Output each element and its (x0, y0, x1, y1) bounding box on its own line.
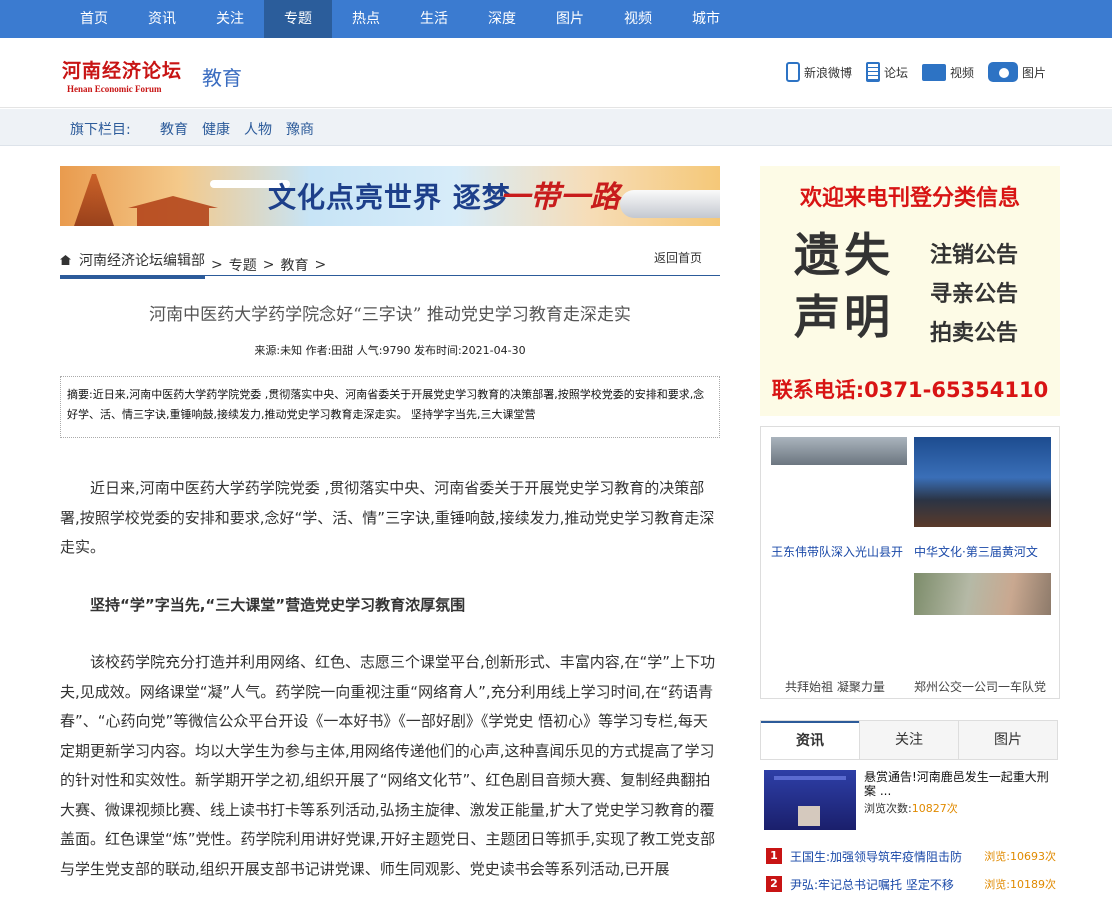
featured-thumbnail[interactable] (764, 770, 856, 830)
forum-label: 论坛 (883, 65, 908, 80)
nav-item-home[interactable]: 首页 (60, 0, 128, 38)
rank-text[interactable]: 加强领导筑牢疫情阻击防 (830, 848, 962, 865)
featured-views-count: 10827次 (911, 802, 958, 815)
rank-number: 2 (766, 876, 782, 892)
rank-item[interactable]: 1 王国生: 加强领导筑牢疫情阻击防 浏览:10693次 (766, 846, 1060, 866)
subnav-item-education[interactable]: 教育 (160, 119, 188, 139)
sub-nav: 旗下栏目: 教育 健康 人物 豫商 (0, 109, 1112, 146)
top-nav: 首页 资讯 关注 专题 热点 生活 深度 图片 视频 城市 (0, 0, 1112, 38)
rank-name: 尹弘: (790, 877, 819, 892)
featured-views: 浏览次数:10827次 (864, 800, 958, 816)
article-title: 河南中医药大学药学院念好“三字诀” 推动党史学习教育走深走实 (149, 305, 631, 325)
banner-temple-graphic (128, 196, 218, 226)
back-home-link[interactable]: 返回首页 (654, 249, 702, 266)
banner-text: 文化点亮世界 逐梦 (268, 181, 511, 214)
nav-item-city[interactable]: 城市 (672, 0, 740, 38)
ad-notice-list: 注销公告 寻亲公告 拍卖公告 (930, 236, 1018, 353)
photo-thumbnail[interactable] (771, 437, 907, 465)
ad-phone: 联系电话:0371-65354110 (771, 378, 1049, 402)
nav-item-pictures[interactable]: 图片 (536, 0, 604, 38)
ad-notice-item: 寻亲公告 (930, 282, 1019, 307)
banner-calligraphy: 一带一路 (500, 180, 620, 215)
nav-item-depth[interactable]: 深度 (468, 0, 536, 38)
banner-train-graphic (620, 190, 720, 218)
ad-notice-item: 注销公告 (930, 243, 1019, 268)
weibo-label: 新浪微博 (803, 65, 852, 80)
breadcrumb-separator: > (262, 256, 275, 273)
breadcrumb-item-editorial[interactable]: 河南经济论坛编辑部 (79, 250, 205, 270)
ad-big-text: 遗失 声明 (794, 224, 894, 348)
home-icon (60, 255, 71, 265)
rank-item[interactable]: 2 尹弘: 牢记总书记嘱托 坚定不移 浏览:10189次 (766, 874, 1060, 894)
rank-views: 浏览:10189次 (984, 878, 1056, 891)
video-label: 视频 (949, 65, 974, 80)
article-paragraph: 该校药学院充分打造并利用网络、红色、志愿三个课堂平台,创新形式、丰富内容,在“学… (60, 653, 716, 878)
breadcrumb-item-education[interactable]: 教育 (280, 255, 308, 275)
photo-thumbnail[interactable] (914, 437, 1051, 527)
ad-big-line-1: 遗失 (794, 228, 894, 282)
subnav-item-henan-business[interactable]: 豫商 (286, 119, 314, 139)
nav-item-focus[interactable]: 关注 (196, 0, 264, 38)
video-link[interactable]: 视频 (921, 63, 974, 81)
article-subheading: 坚持“学”字当先,“三大课堂”营造党史学习教育浓厚氛围 (90, 595, 466, 614)
photo-caption[interactable]: 王东伟带队深入光山县开 (771, 543, 907, 560)
phone-icon (785, 62, 800, 82)
photo-link[interactable]: 图片 (987, 62, 1046, 82)
banner-tower-graphic (74, 174, 114, 226)
subnav-label: 旗下栏目: (70, 122, 131, 138)
subnav-item-people[interactable]: 人物 (244, 119, 272, 139)
monitor-icon (921, 63, 946, 81)
breadcrumb-separator: > (211, 256, 223, 273)
tab-news[interactable]: 资讯 (761, 721, 859, 759)
nav-item-news[interactable]: 资讯 (128, 0, 196, 38)
banner-ad[interactable]: 文化点亮世界 逐梦 一带一路 (60, 166, 720, 226)
rank-views: 浏览:10693次 (984, 850, 1056, 863)
article-body: 近日来,河南中医药大学药学院党委 ,贯彻落实中央、河南省委关于开展党史学习教育的… (60, 474, 720, 884)
subnav-item-health[interactable]: 健康 (202, 119, 230, 139)
header-links: 新浪微博 论坛 视频 图片 (772, 62, 1046, 82)
channel-title: 教育 (202, 66, 242, 90)
nav-item-life[interactable]: 生活 (400, 0, 468, 38)
logo-en: Henan Economic Forum (67, 84, 162, 94)
featured-title[interactable]: 悬赏通告!河南鹿邑发生一起重大刑案 ... (864, 770, 1060, 798)
ad-big-line-2: 声明 (794, 290, 894, 344)
featured-views-label: 浏览次数: (864, 802, 912, 815)
ad-notice-item: 拍卖公告 (930, 321, 1019, 346)
rank-name: 王国生: (790, 849, 831, 864)
breadcrumb-item-topics[interactable]: 专题 (229, 255, 257, 275)
photo-caption[interactable]: 共拜始祖 凝聚力量 (785, 678, 911, 695)
weibo-link[interactable]: 新浪微博 (785, 62, 852, 82)
article-meta: 来源:未知 作者:田甜 人气:9790 发布时间:2021-04-30 (254, 344, 526, 357)
featured-news[interactable]: 悬赏通告!河南鹿邑发生一起重大刑案 ... 浏览次数:10827次 (764, 770, 1060, 832)
forum-icon (865, 62, 880, 82)
photo-grid: 王东伟带队深入光山县开 中华文化·第三届黄河文 共拜始祖 凝聚力量 郑州公交一公… (760, 426, 1060, 699)
nav-item-hot[interactable]: 热点 (332, 0, 400, 38)
breadcrumb: 河南经济论坛编辑部 > 专题 > 教育 > 返回首页 (60, 242, 720, 279)
news-tabs: 资讯 关注 图片 (760, 720, 1058, 760)
classified-ad[interactable]: 欢迎来电刊登分类信息 遗失 声明 注销公告 寻亲公告 拍卖公告 联系电话:037… (760, 166, 1060, 416)
site-logo[interactable]: 河南经济论坛 Henan Economic Forum (62, 56, 182, 94)
photo-caption[interactable]: 郑州公交一公司一车队党 (914, 678, 1051, 695)
photo-label: 图片 (1021, 65, 1046, 80)
site-header: 河南经济论坛 Henan Economic Forum 教育 新浪微博 论坛 视… (0, 38, 1112, 108)
article-paragraph: 近日来,河南中医药大学药学院党委 ,贯彻落实中央、河南省委关于开展党史学习教育的… (60, 479, 715, 556)
nav-item-video[interactable]: 视频 (604, 0, 672, 38)
article-summary: 摘要:近日来,河南中医药大学药学院党委 ,贯彻落实中央、河南省委关于开展党史学习… (60, 376, 720, 438)
tab-focus[interactable]: 关注 (859, 721, 958, 759)
rank-text[interactable]: 牢记总书记嘱托 坚定不移 (818, 876, 954, 893)
breadcrumb-separator: > (314, 256, 327, 273)
rank-number: 1 (766, 848, 782, 864)
photo-thumbnail[interactable] (914, 573, 1051, 615)
tab-pictures[interactable]: 图片 (958, 721, 1057, 759)
nav-item-topics[interactable]: 专题 (264, 0, 332, 38)
logo-cn: 河南经济论坛 (62, 60, 183, 82)
camera-icon (987, 62, 1018, 82)
ad-headline: 欢迎来电刊登分类信息 (799, 186, 1020, 211)
forum-link[interactable]: 论坛 (865, 62, 908, 82)
photo-caption[interactable]: 中华文化·第三届黄河文 (914, 543, 1051, 560)
